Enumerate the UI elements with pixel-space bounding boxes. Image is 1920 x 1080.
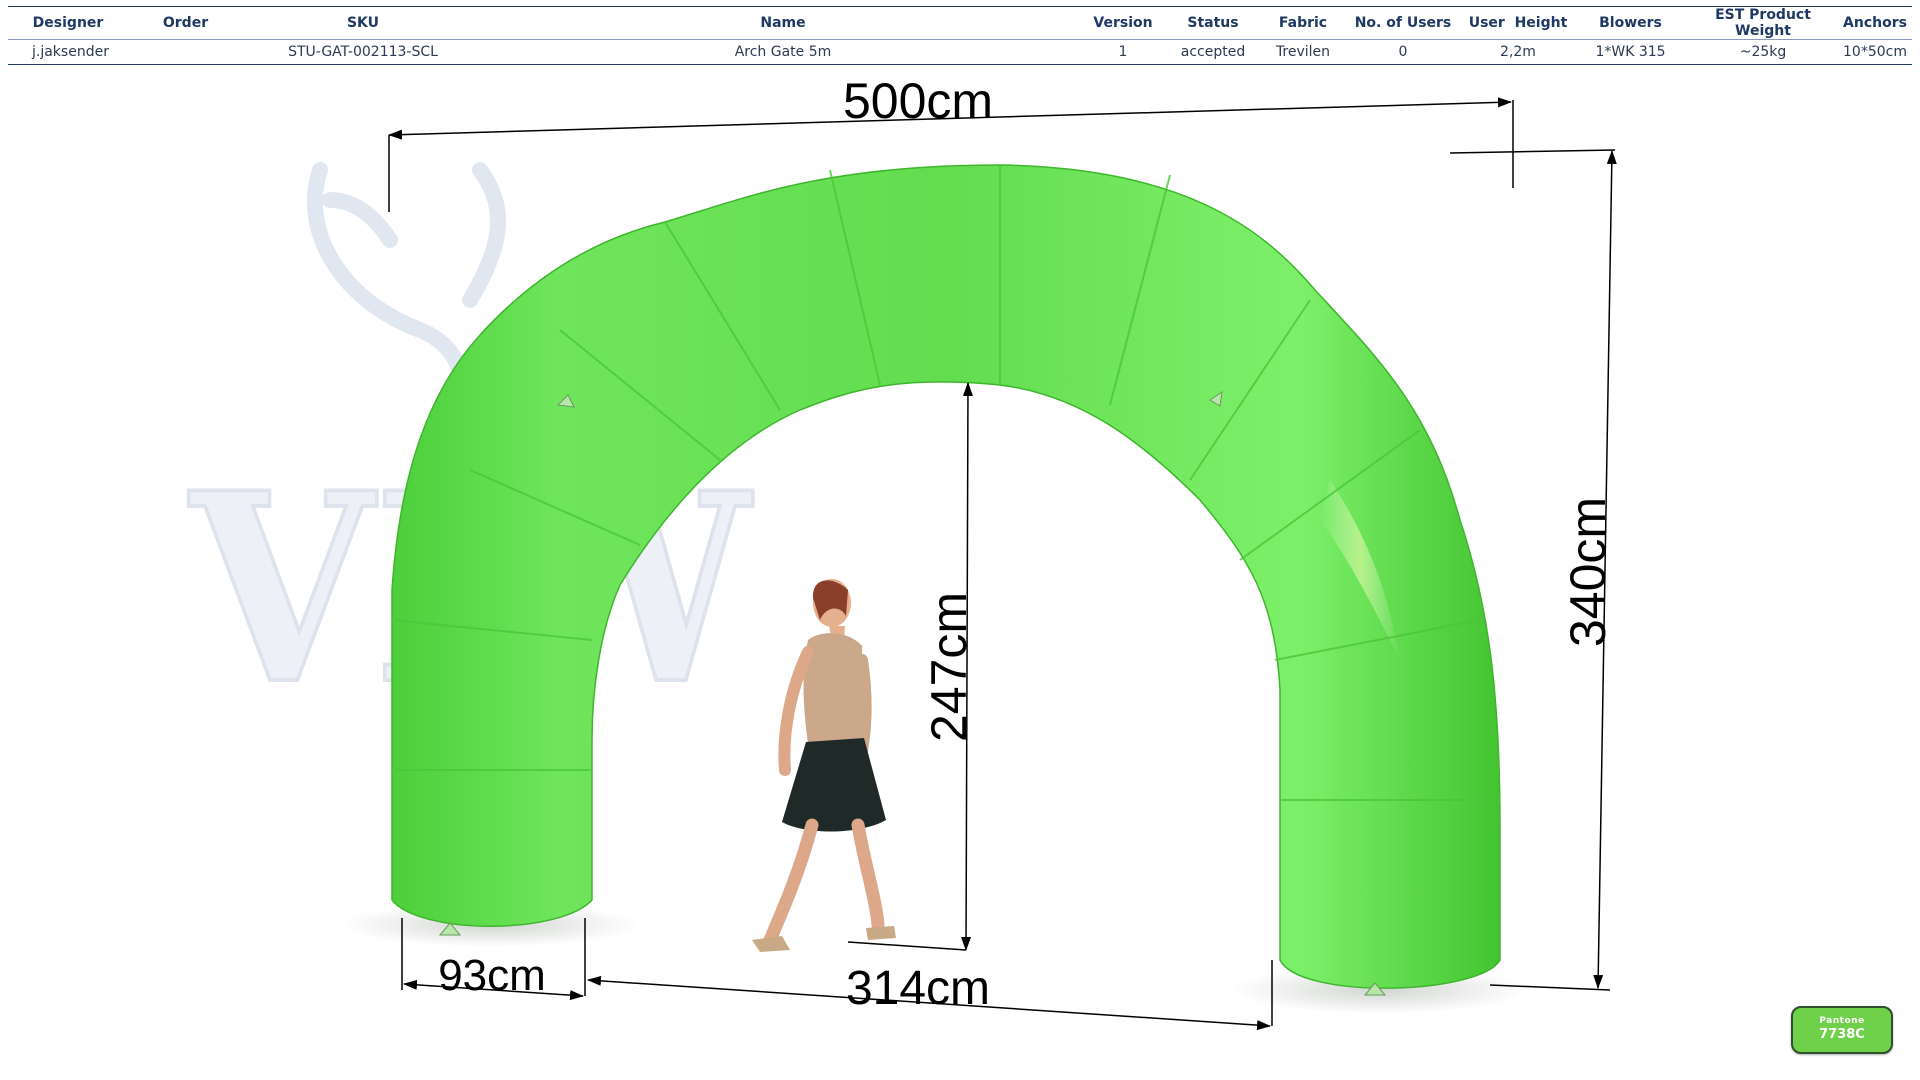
dimension-inner-width-label: 314cm (846, 962, 990, 1015)
person-figure (752, 579, 896, 952)
dimension-height-label: 340cm (1560, 497, 1616, 647)
dimension-leg-label: 93cm (438, 951, 546, 1000)
inflatable-arch (391, 164, 1501, 996)
product-rendering: VIW (184, 73, 1617, 1031)
dimension-width-label: 500cm (843, 73, 993, 129)
pantone-brand: Pantone (1819, 1016, 1865, 1026)
pantone-swatch: Pantone 7738C (1791, 1006, 1893, 1054)
arch-body (391, 164, 1501, 989)
dimension-inner-height-label: 247cm (921, 592, 977, 742)
pantone-code: 7738C (1819, 1027, 1865, 1042)
